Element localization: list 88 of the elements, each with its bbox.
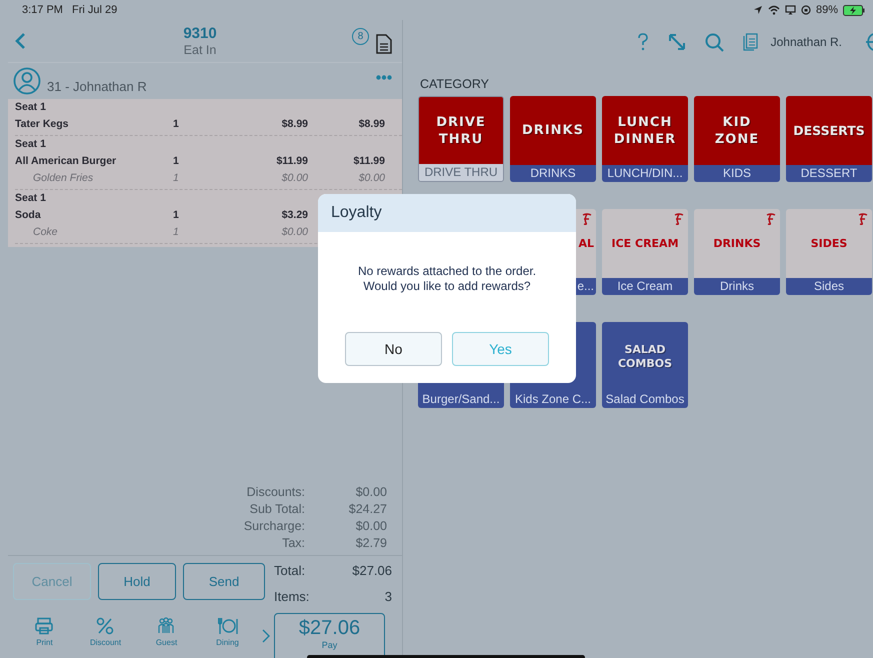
dialog-button[interactable]: No — [345, 332, 442, 366]
tile-label: DRINKS — [510, 165, 596, 182]
total-value: $2.79 — [354, 536, 387, 550]
tile-label: LUNCH/DIN... — [602, 165, 688, 182]
order-number: 9310 — [182, 25, 218, 42]
item-name[interactable]: All American Burger — [15, 154, 116, 166]
item-qty: 1 — [173, 154, 179, 166]
tile-title: DRIVE THRU — [436, 114, 486, 148]
rotation-lock-icon — [800, 5, 811, 15]
total-value: $0.00 — [354, 485, 387, 499]
back-icon[interactable] — [14, 32, 26, 50]
search-icon[interactable] — [704, 32, 724, 52]
modifier-name: Coke — [32, 226, 58, 238]
tile-title: DRINKS — [522, 122, 584, 139]
battery-charging-icon — [843, 4, 865, 16]
tile-title: DESSERTS — [793, 122, 865, 139]
total-value: $0.00 — [354, 519, 387, 533]
tile-label: DRIVE THRU — [419, 164, 503, 181]
dialog-message: No rewards attached to the order. — [356, 264, 538, 279]
seat-label: Seat 1 — [15, 192, 47, 206]
modifier-total: $0.00 — [358, 172, 385, 184]
customer-name: 31 - Johnathan R — [47, 78, 148, 94]
script-logo-icon — [673, 213, 684, 225]
dining-type: Eat In — [182, 43, 218, 57]
tile-title: SIDES — [810, 237, 848, 250]
modifier-price: $0.00 — [280, 226, 308, 238]
total-label: Sub Total: — [248, 502, 305, 516]
document-icon[interactable] — [376, 34, 392, 54]
total-value: $24.27 — [348, 502, 387, 516]
tile-title: ICE CREAM — [611, 237, 679, 250]
tile-title: KID ZONE — [714, 114, 760, 148]
status-time: 3:17 PM — [22, 4, 63, 16]
modifier-name: Golden Fries — [32, 172, 94, 184]
resize-arrow-icon[interactable] — [668, 33, 686, 51]
tile-title: AL — [578, 237, 594, 250]
tile-title: SALAD COMBOS — [616, 342, 674, 370]
status-date: Fri Jul 29 — [72, 4, 118, 16]
item-total: $8.99 — [358, 118, 385, 130]
battery-percent: 89% — [816, 4, 838, 16]
seat-label: Seat 1 — [15, 138, 47, 152]
tile-label: KIDS — [694, 165, 780, 182]
category-tile[interactable]: DRIVE THRU DRIVE THRU — [418, 96, 504, 182]
chevron-right-icon — [262, 629, 270, 643]
tile-label: Burger/Sand... — [418, 391, 504, 408]
printer-icon — [34, 617, 54, 635]
total-label: Tax: — [281, 536, 305, 550]
item-qty: 1 — [173, 208, 179, 220]
summary-label: Items: — [274, 588, 310, 606]
total-label: Discounts: — [246, 485, 305, 499]
tile-title: DRINKS — [713, 237, 761, 250]
script-logo-icon — [581, 213, 592, 225]
dining-icon — [218, 617, 238, 635]
script-logo-icon — [765, 213, 776, 225]
percent-icon — [96, 617, 116, 635]
tile-label: Salad Combos — [602, 391, 688, 408]
item-name[interactable]: Tater Kegs — [15, 118, 68, 130]
item-total: $11.99 — [352, 154, 385, 166]
section-heading: CATEGORY — [420, 77, 490, 91]
tile-label: Drinks — [694, 278, 780, 295]
total-label: Surcharge: — [242, 519, 305, 533]
user-avatar-icon[interactable] — [13, 67, 41, 95]
item-price: $8.99 — [280, 118, 308, 130]
modifier-qty: 1 — [173, 226, 179, 238]
user-name[interactable]: Johnathan R. — [770, 35, 842, 49]
help-icon[interactable] — [636, 33, 649, 51]
tile-label: DESSERT — [786, 165, 872, 182]
modifier-qty: 1 — [173, 172, 179, 184]
item-price: $3.29 — [280, 208, 308, 220]
more-icon[interactable] — [376, 74, 392, 80]
script-logo-icon — [857, 213, 868, 225]
summary-label: Total: — [274, 563, 306, 580]
group-icon — [156, 617, 176, 635]
location-icon — [752, 5, 763, 15]
tile-label: Ice Cream — [602, 278, 688, 295]
seat-label: Seat 1 — [15, 101, 47, 115]
item-qty: 1 — [173, 118, 179, 130]
summary-value: $27.06 — [351, 563, 392, 580]
modifier-price: $0.00 — [280, 172, 308, 184]
screen-mirror-icon — [784, 5, 796, 15]
order-count-badge: 8 — [352, 28, 369, 45]
tile-label: Sides — [786, 278, 872, 295]
item-name[interactable]: Soda — [15, 208, 41, 220]
tile-title: LUNCH DINNER — [614, 114, 676, 148]
summary-value: 3 — [384, 588, 392, 606]
tile-label: Kids Zone C... — [510, 391, 596, 408]
wifi-icon — [768, 5, 780, 15]
item-price: $11.99 — [275, 154, 308, 166]
dialog-title: Loyalty — [318, 194, 576, 232]
